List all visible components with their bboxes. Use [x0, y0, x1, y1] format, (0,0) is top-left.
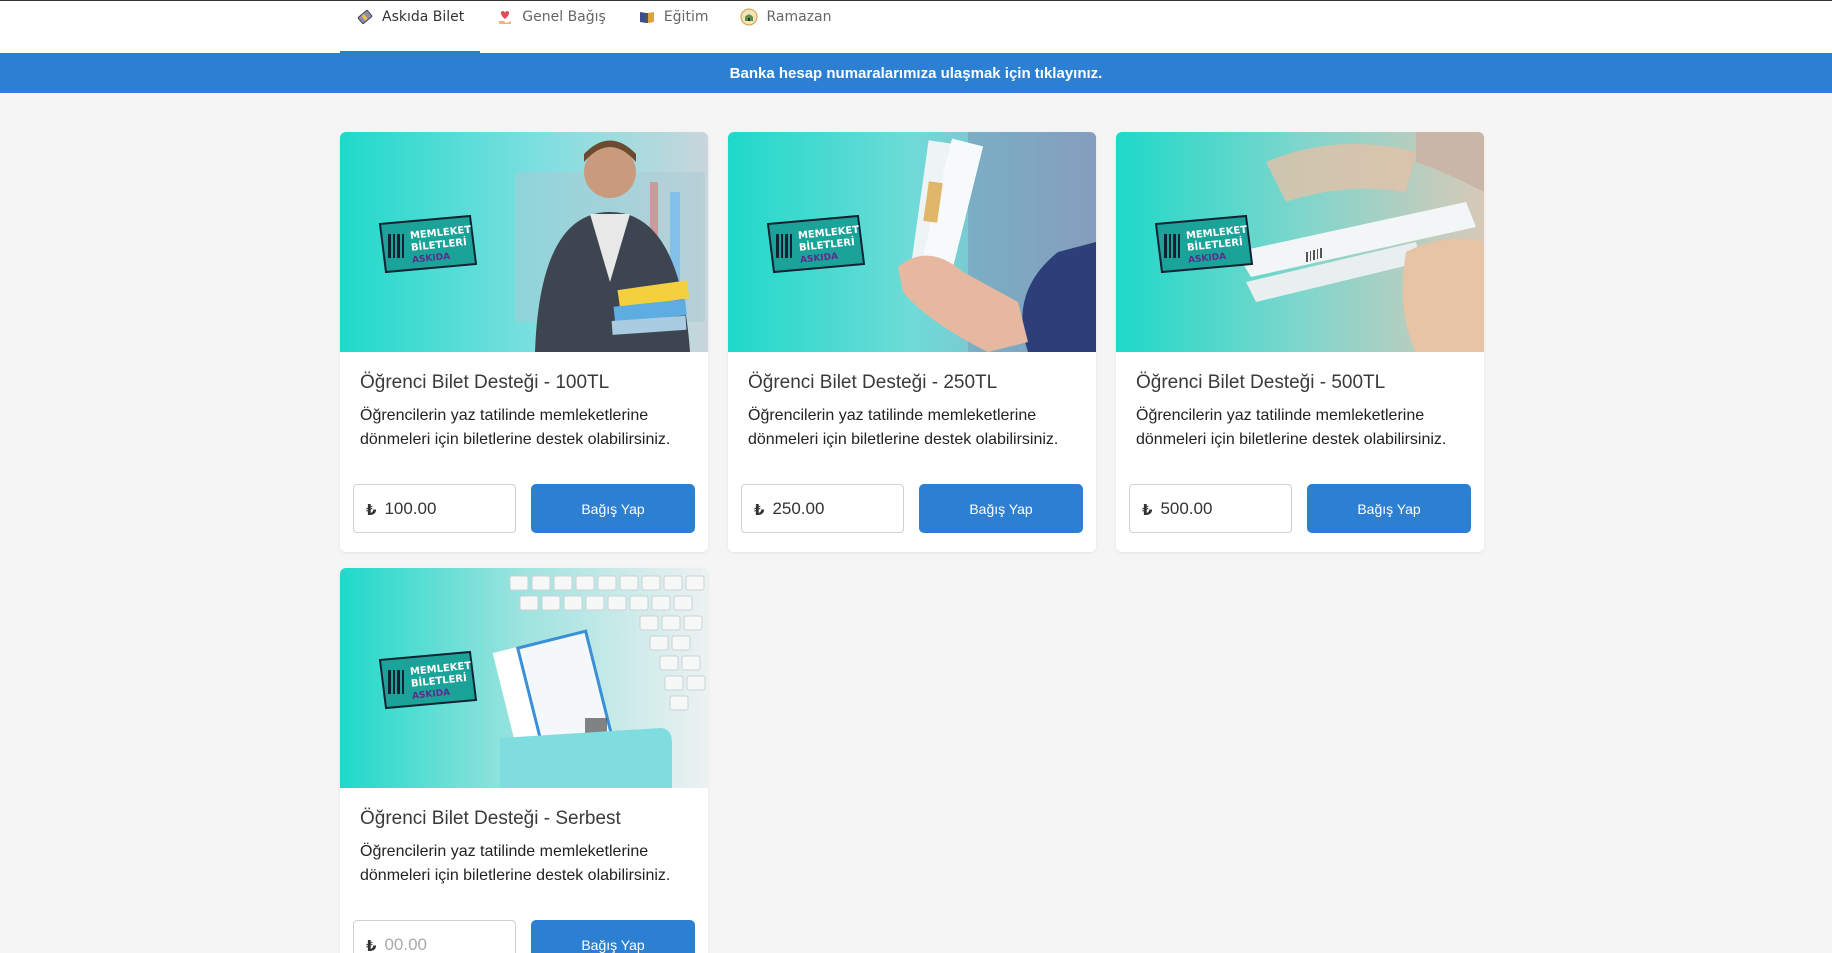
card-image-ticket-exchange: MEMLEKET BİLETLERİ ASKIDA — [1116, 132, 1484, 352]
amount-input[interactable] — [1160, 498, 1281, 519]
memleket-biletleri-askida-logo: MEMLEKET BİLETLERİ ASKIDA — [378, 650, 478, 710]
tab-label: Askıda Bilet — [382, 9, 465, 25]
bank-accounts-banner[interactable]: Banka hesap numaralarımıza ulaşmak için … — [0, 53, 1832, 93]
tab-genel-bagis[interactable]: Genel Bağış — [480, 1, 622, 53]
tab-label: Eğitim — [663, 9, 709, 25]
donate-button[interactable]: Bağış Yap — [919, 484, 1083, 533]
tab-label: Genel Bağış — [522, 9, 606, 25]
card-description: Öğrencilerin yaz tatilinde memleketlerin… — [748, 407, 1059, 448]
tab-askida-bilet[interactable]: Askıda Bilet — [340, 1, 481, 53]
donate-button[interactable]: Bağış Yap — [531, 484, 695, 533]
memleket-biletleri-askida-logo: MEMLEKET BİLETLERİ ASKIDA — [766, 214, 866, 274]
amount-field[interactable]: ₺ — [1129, 484, 1292, 533]
card-title: Öğrenci Bilet Desteği - Serbest — [360, 808, 621, 829]
ticket-icon — [356, 8, 374, 26]
mosque-icon — [740, 8, 758, 26]
card-description: Öğrencilerin yaz tatilinde memleketlerin… — [360, 843, 671, 884]
donation-card: MEMLEKET BİLETLERİ ASKIDA Öğrenci Bilet … — [728, 132, 1096, 552]
card-image-ticket-hand: MEMLEKET BİLETLERİ ASKIDA — [728, 132, 1096, 352]
card-title: Öğrenci Bilet Desteği - 100TL — [360, 372, 610, 393]
tab-ramazan[interactable]: Ramazan — [724, 1, 847, 53]
card-image-student: MEMLEKET BİLETLERİ ASKIDA — [340, 132, 708, 352]
donation-card: MEMLEKET BİLETLERİ ASKIDA Öğrenci Bilet … — [1116, 132, 1484, 552]
card-title: Öğrenci Bilet Desteği - 250TL — [748, 372, 998, 393]
tab-egitim[interactable]: Eğitim — [622, 1, 725, 53]
tab-label: Ramazan — [766, 9, 832, 25]
book-icon — [638, 8, 656, 26]
amount-input[interactable] — [772, 498, 893, 519]
heart-hand-icon — [496, 8, 514, 26]
card-description: Öğrencilerin yaz tatilinde memleketlerin… — [1136, 407, 1447, 448]
memleket-biletleri-askida-logo: MEMLEKET BİLETLERİ ASKIDA — [378, 214, 478, 274]
memleket-biletleri-askida-logo: MEMLEKET BİLETLERİ ASKIDA — [1154, 214, 1254, 274]
amount-field[interactable]: ₺ — [353, 920, 516, 953]
amount-input[interactable] — [384, 498, 505, 519]
amount-field[interactable]: ₺ — [741, 484, 904, 533]
donation-card: MEMLEKET BİLETLERİ ASKIDA Öğrenci Bilet … — [340, 132, 708, 552]
card-image-keyboard-tickets: MEMLEKET BİLETLERİ ASKIDA — [340, 568, 708, 788]
donation-card: MEMLEKET BİLETLERİ ASKIDA Öğrenci Bilet … — [340, 568, 708, 953]
lira-icon: ₺ — [754, 501, 765, 519]
lira-icon: ₺ — [366, 937, 377, 953]
lira-icon: ₺ — [1142, 501, 1153, 519]
category-tabs: Askıda Bilet Genel Bağış Eğitim Ramazan — [340, 1, 848, 53]
amount-field[interactable]: ₺ — [353, 484, 516, 533]
lira-icon: ₺ — [366, 501, 377, 519]
amount-input[interactable] — [384, 934, 505, 953]
card-description: Öğrencilerin yaz tatilinde memleketlerin… — [360, 407, 671, 448]
donate-button[interactable]: Bağış Yap — [1307, 484, 1471, 533]
donate-button[interactable]: Bağış Yap — [531, 920, 695, 953]
category-tab-bar: Askıda Bilet Genel Bağış Eğitim Ramazan — [0, 1, 1832, 53]
card-title: Öğrenci Bilet Desteği - 500TL — [1136, 372, 1386, 393]
